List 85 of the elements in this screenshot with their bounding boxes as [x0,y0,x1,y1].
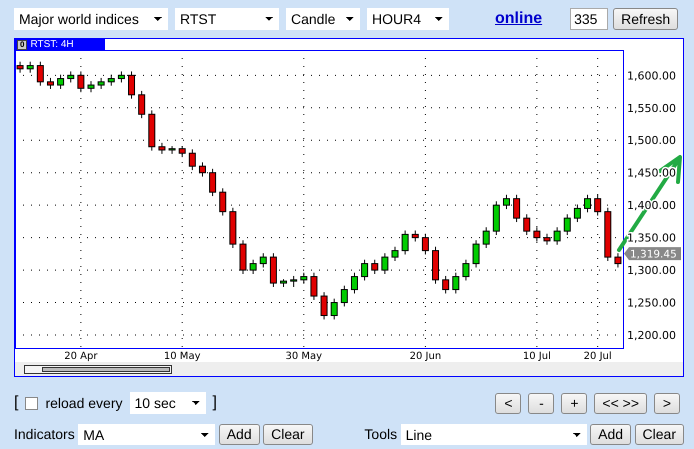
candle [604,207,612,262]
x-axis-label: 20 Jun [410,351,442,362]
candle [310,272,318,300]
candle [442,275,450,294]
candle [523,214,530,236]
candle [77,70,84,93]
candle [229,207,236,249]
y-axis-label: 1,350.00 [627,232,676,245]
chart-tab[interactable]: 0 RTST: 4H [15,39,105,50]
candle [57,74,64,90]
candle [98,77,105,90]
candle [290,275,298,288]
x-axis-label: 30 May [286,351,322,362]
y-axis-label: 1,250.00 [627,296,676,310]
candle [350,272,358,294]
candle [16,61,24,74]
online-link[interactable]: online [495,7,542,31]
x-axis-label: 20 Jul [584,351,612,362]
candle [270,252,277,288]
candle [452,272,460,294]
candle [300,272,308,284]
market-select[interactable]: Major world indices [14,8,168,30]
y-axis-label: 1,600.00 [627,69,676,82]
bracket-text: ] [212,393,217,413]
y-axis-label: 1,550.00 [627,102,676,115]
candle [138,90,146,119]
navigation-button[interactable]: + [561,392,588,414]
tab-label: RTST: 4H [30,39,74,50]
clear-button[interactable]: Clear [263,424,313,445]
chart-type-select[interactable]: Candle [286,8,360,30]
add-button[interactable]: Add [218,424,260,445]
candle [614,252,622,268]
candle [188,148,196,171]
tools-select[interactable]: Line [400,424,587,445]
candle [381,252,388,274]
y-axis-label: 1,300.00 [627,264,676,278]
candle [260,252,267,268]
candle [118,70,125,83]
candle [36,61,44,86]
candle [46,77,54,90]
candle [148,110,156,152]
indicators-select[interactable]: MA [78,424,216,445]
candle [330,298,338,320]
candle [67,70,74,83]
candle [168,146,176,154]
candle [219,188,226,216]
x-axis-label: 20 Apr [64,351,98,362]
bracket-text: [ [14,393,18,413]
candle [392,246,398,262]
last-price-tag: 1,319.45 [624,247,681,261]
interval-select[interactable]: 10 sec [130,392,206,414]
period-select[interactable]: HOUR4 [367,8,449,30]
navigation-button[interactable]: < [495,392,522,414]
candle [422,233,429,255]
bars-field[interactable]: 335 [570,8,608,30]
candle [88,80,94,93]
add-button[interactable]: Add [590,424,632,445]
navigation-button[interactable]: << >> [594,392,647,414]
tools-label: Tools [364,425,398,444]
candle [108,74,115,86]
scrollbar-thumb[interactable] [24,364,172,374]
candle [178,146,186,158]
candle [472,240,480,268]
candle [564,214,571,236]
candle [412,230,419,242]
y-axis-label: 1,500.00 [627,134,676,148]
refresh-button[interactable]: Refresh [613,8,678,30]
candle [340,285,348,307]
x-axis-label: 10 May [164,351,200,362]
clear-button[interactable]: Clear [634,424,684,445]
symbol-select[interactable]: RTST [175,8,279,30]
indicators-label: Indicators [14,425,75,444]
candle [158,142,166,154]
candle [371,259,378,274]
reload-checkbox[interactable] [25,396,38,410]
candle [482,226,490,249]
tab-icon: 0 [17,40,28,50]
navigation-button[interactable]: > [654,392,680,414]
candle [26,61,34,74]
candle [492,200,500,236]
x-axis-label: 10 Jul [522,351,551,362]
navigation-button[interactable]: - [528,392,554,414]
y-axis-label: 1,200.00 [627,329,676,342]
reload-label: reload every [45,394,122,413]
candle [280,278,288,288]
